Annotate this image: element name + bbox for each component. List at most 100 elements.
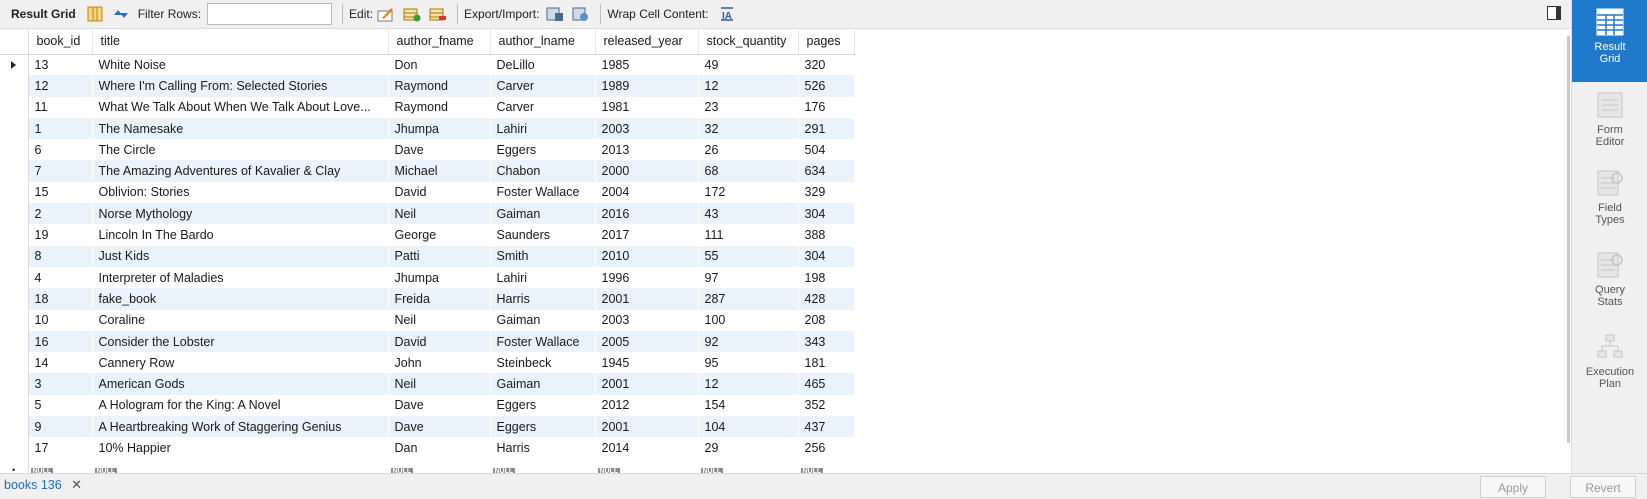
table-cell[interactable]: 7 [28,160,92,182]
table-cell[interactable]: 2016 [595,203,698,225]
table-row[interactable]: 5A Hologram for the King: A Novel Dave Egg… [0,394,854,417]
table-cell[interactable]: The Circle [92,139,388,161]
sidebar-item-query-stats[interactable]: Query Stats [1572,250,1647,308]
table-cell[interactable]: Dave [388,416,490,438]
table-cell[interactable]: Carver [490,96,595,118]
table-cell[interactable]: Smith [490,245,595,267]
table-cell[interactable]: Just Kids [92,245,388,267]
table-cell[interactable]: 104 [698,416,798,438]
table-cell[interactable]: Gaiman [490,309,595,331]
row-marker[interactable] [0,54,29,76]
refresh-icon[interactable] [111,4,131,24]
table-cell[interactable]: American Gods [92,373,388,395]
table-cell[interactable]: 111 [698,224,798,246]
row-marker[interactable] [0,352,29,374]
table-cell[interactable]: 304 [798,203,854,225]
table-cell[interactable]: 12 [28,75,92,97]
table-cell[interactable]: 26 [698,139,798,161]
table-cell[interactable]: 176 [798,96,854,118]
row-marker[interactable] [0,373,29,395]
table-cell[interactable]: 13 [28,54,92,76]
table-cell[interactable]: 12 [698,75,798,97]
row-marker[interactable] [0,416,29,438]
table-cell[interactable]: Foster Wallace [490,330,595,353]
table-cell[interactable]: Raymond [388,96,490,118]
row-marker[interactable] [0,224,29,246]
table-cell[interactable]: Dave [388,394,490,417]
table-cell[interactable]: Saunders [490,224,595,246]
table-cell[interactable]: Gaiman [490,203,595,225]
table-cell[interactable]: 68 [698,160,798,182]
table-cell[interactable]: Foster Wallace [490,181,595,204]
table-cell[interactable]: 2005 [595,330,698,353]
table-cell[interactable]: A Heartbreaking Work of Staggering Geniu… [92,416,388,438]
table-cell[interactable]: Michael [388,160,490,182]
table-cell[interactable]: Patti [388,245,490,267]
row-marker[interactable] [0,437,29,459]
table-cell[interactable]: Jhumpa [388,266,490,289]
table-cell[interactable]: 181 [798,352,854,374]
row-marker[interactable] [0,139,29,161]
table-cell[interactable]: 2013 [595,139,698,161]
column-header[interactable]: author_lname [490,29,596,55]
table-row[interactable]: 2 Norse Mythology Neil Gaiman 2016 43 304 [0,203,854,225]
row-marker[interactable] [0,245,29,267]
table-cell[interactable]: 1985 [595,54,698,76]
table-cell[interactable]: 2017 [595,224,698,246]
table-cell[interactable]: 172 [698,181,798,204]
row-marker[interactable] [0,160,29,182]
table-cell[interactable]: 2000 [595,160,698,182]
table-cell[interactable]: 9 [28,416,92,438]
table-cell[interactable]: 49 [698,54,798,76]
table-cell[interactable]: 352 [798,394,854,417]
table-cell[interactable]: David [388,181,490,204]
table-cell[interactable]: 1 [28,117,92,140]
apply-button[interactable]: Apply [1480,476,1546,498]
table-cell[interactable]: 2003 [595,117,698,140]
table-cell[interactable]: Interpreter of Maladies [92,266,388,289]
table-cell[interactable]: Carver [490,75,595,97]
table-cell[interactable]: Gaiman [490,373,595,395]
table-row[interactable]: 6 The Circle Dave Eggers 2013 26 504 [0,139,854,161]
table-cell[interactable]: 2001 [595,416,698,438]
table-row[interactable]: 9A Heartbreaking Work of Staggering Geni… [0,416,854,438]
table-row[interactable]: 11 What We Talk About When We Talk About … [0,96,854,118]
vertical-scrollbar[interactable] [1567,36,1570,443]
table-cell[interactable]: David [388,330,490,353]
table-cell[interactable]: Cannery Row [92,352,388,374]
table-cell[interactable]: 2014 [595,437,698,459]
export-icon[interactable] [545,4,565,24]
table-cell[interactable]: Don [388,54,490,76]
table-cell[interactable]: 154 [698,394,798,417]
table-cell[interactable]: 100 [698,309,798,331]
table-row[interactable]: 16 Consider the Lobster David Foster Wallac… [0,330,854,353]
sidebar-item-field-types[interactable]: Field Types [1572,168,1647,226]
row-marker[interactable] [0,181,29,204]
row-marker[interactable] [0,75,29,97]
table-cell[interactable]: 5 [28,394,92,417]
table-cell[interactable]: 465 [798,373,854,395]
table-cell[interactable]: 2001 [595,373,698,395]
table-cell[interactable]: 291 [798,117,854,140]
filter-rows-input[interactable] [207,3,333,25]
table-row[interactable]: 4 Interpreter of Maladies Jhumpa Lahiri 1996… [0,266,854,289]
table-cell[interactable]: 17 [28,437,92,459]
table-cell[interactable]: Eggers [490,139,595,161]
table-row[interactable]: 10 Coraline Neil Gaiman 2003 100 208 [0,309,854,331]
table-cell[interactable]: 388 [798,224,854,246]
table-cell[interactable]: 329 [798,181,854,204]
table-cell[interactable]: 10 [28,309,92,331]
table-cell[interactable]: 29 [698,437,798,459]
table-cell[interactable]: 43 [698,203,798,225]
table-cell[interactable]: 198 [798,266,854,289]
table-cell[interactable]: 14 [28,352,92,374]
table-cell[interactable]: Harris [490,437,595,459]
table-row[interactable]: 13 White Noise Don DeLillo 1985 49 320 [0,54,854,76]
table-cell[interactable]: 4 [28,266,92,289]
table-cell[interactable]: 437 [798,416,854,438]
table-cell[interactable]: Neil [388,309,490,331]
row-marker[interactable] [0,330,29,353]
delete-row-icon[interactable] [428,4,448,24]
table-cell[interactable]: Dave [388,139,490,161]
table-cell[interactable]: Consider the Lobster [92,330,388,353]
